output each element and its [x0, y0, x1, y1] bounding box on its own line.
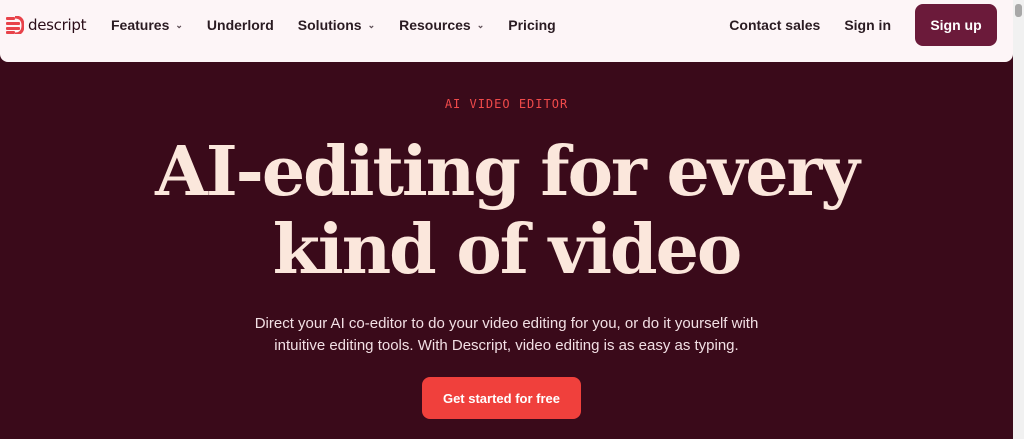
sign-up-button[interactable]: Sign up — [915, 4, 997, 46]
header-actions: Contact sales Sign in Sign up — [729, 4, 997, 46]
nav-item-resources[interactable]: Resources ⌄ — [399, 17, 484, 33]
chevron-down-icon: ⌄ — [476, 19, 485, 30]
nav-item-label: Resources — [399, 17, 471, 33]
chevron-down-icon: ⌄ — [367, 19, 376, 30]
site-header: descript Features ⌄ Underlord Solutions … — [0, 0, 1013, 62]
descript-logo-icon — [6, 16, 24, 34]
chevron-down-icon: ⌄ — [175, 19, 183, 30]
nav-item-label: Features — [111, 17, 170, 33]
sign-in-link[interactable]: Sign in — [844, 17, 891, 33]
brand-name: descript — [28, 16, 87, 34]
contact-sales-link[interactable]: Contact sales — [729, 17, 820, 33]
hero-headline-line2: kind of video — [272, 210, 742, 290]
scrollbar-thumb[interactable] — [1015, 4, 1022, 17]
brand-logo[interactable]: descript — [6, 16, 86, 34]
hero-sub-line2: intuitive editing tools. With Descript, … — [274, 337, 739, 354]
hero-headline-line1: AI-editing for every — [155, 132, 860, 212]
nav-item-features[interactable]: Features ⌄ — [111, 17, 183, 33]
nav-item-underlord[interactable]: Underlord — [207, 17, 274, 33]
get-started-button[interactable]: Get started for free — [422, 377, 581, 419]
nav-item-label: Underlord — [206, 17, 274, 33]
hero-sub-line1: Direct your AI co-editor to do your vide… — [254, 315, 759, 332]
main-nav: Features ⌄ Underlord Solutions ⌄ Resourc… — [111, 0, 580, 50]
nav-item-pricing[interactable]: Pricing — [508, 17, 555, 33]
nav-item-label: Pricing — [508, 17, 556, 33]
nav-item-solutions[interactable]: Solutions ⌄ — [298, 17, 375, 33]
hero-eyebrow: AI VIDEO EDITOR — [444, 97, 569, 111]
hero-headline: AI-editing for every kind of video — [0, 133, 1013, 289]
page-scrollbar[interactable] — [1013, 0, 1024, 439]
hero-subheadline: Direct your AI co-editor to do your vide… — [0, 313, 1013, 357]
nav-item-label: Solutions — [297, 17, 362, 33]
